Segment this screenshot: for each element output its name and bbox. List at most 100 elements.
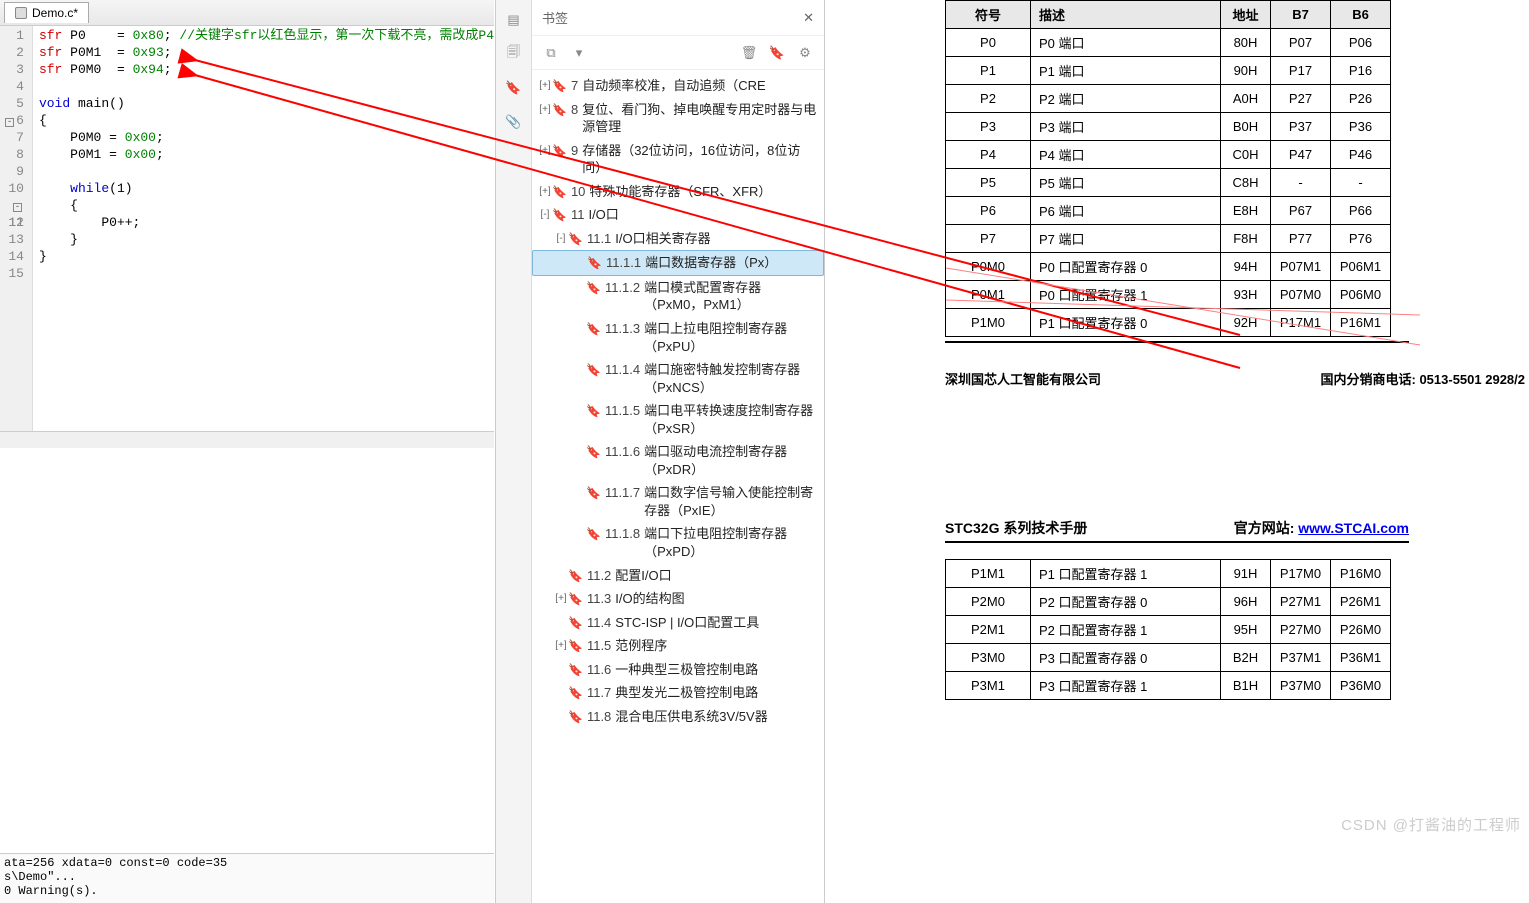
bookmark-icon[interactable]: 🔖 xyxy=(504,78,524,98)
toc-item[interactable]: [+]🔖11.1.2端口模式配置寄存器（PxM0，PxM1） xyxy=(532,276,824,317)
toc-item[interactable]: [+]🔖11.3I/O的结构图 xyxy=(532,587,824,611)
toc-item[interactable]: [+]🔖11.8混合电压供电系统3V/5V器 xyxy=(532,705,824,729)
bookmark-item-icon: 🔖 xyxy=(586,279,601,296)
footer-company: 深圳国芯人工智能有限公司 xyxy=(945,369,1101,388)
close-icon[interactable]: ✕ xyxy=(803,10,814,26)
status-line: 0 Warning(s). xyxy=(4,884,490,898)
toc-label: 典型发光二极管控制电路 xyxy=(615,684,758,702)
toc-label: 混合电压供电系统3V/5V器 xyxy=(615,708,767,726)
toc-number: 9 xyxy=(571,142,578,160)
table-row: P0M1P0 口配置寄存器 193HP07M0P06M0 xyxy=(946,281,1391,309)
bookmark-item-icon: 🔖 xyxy=(552,183,567,200)
table-row: P1M0P1 口配置寄存器 092HP17M1P16M1 xyxy=(946,309,1391,337)
toc-item[interactable]: [+]🔖11.5范例程序 xyxy=(532,634,824,658)
expand-tree-icon[interactable]: ⧉ xyxy=(542,44,560,62)
bookmark-item-icon: 🔖 xyxy=(568,684,583,701)
bookmark-header: 书签 ✕ xyxy=(532,0,824,36)
code-text[interactable]: sfr P0 = 0x80; //关键字sfr以红色显示，第一次下载不亮，需改成… xyxy=(33,26,494,431)
tree-toggle-icon[interactable]: [+] xyxy=(538,77,552,93)
toc-label: 端口模式配置寄存器（PxM0，PxM1） xyxy=(644,279,818,314)
add-bookmark-icon[interactable]: 🔖 xyxy=(768,44,786,62)
toc-label: 自动频率校准，自动追频（CRE xyxy=(582,77,765,95)
table-row: P1M1P1 口配置寄存器 191HP17M0P16M0 xyxy=(946,559,1391,587)
toc-item[interactable]: [+]🔖8复位、看门狗、掉电唤醒专用定时器与电源管理 xyxy=(532,98,824,139)
horizontal-scrollbar[interactable] xyxy=(0,431,494,448)
tree-toggle-icon[interactable]: [-] xyxy=(554,230,568,246)
site-link[interactable]: www.STCAI.com xyxy=(1298,520,1409,536)
watermark: CSDN @打酱油的工程师 xyxy=(1341,814,1521,835)
toc-item[interactable]: [+]🔖11.7典型发光二极管控制电路 xyxy=(532,681,824,705)
table-row: P7P7 端口F8HP77P76 xyxy=(946,225,1391,253)
tree-toggle-icon[interactable]: [+] xyxy=(538,101,552,117)
bookmark-item-icon: 🔖 xyxy=(586,320,601,337)
toc-item[interactable]: [+]🔖11.6一种典型三极管控制电路 xyxy=(532,658,824,682)
toc-label: 端口施密特触发控制寄存器（PxNCS） xyxy=(644,361,818,396)
table-row: P0M0P0 口配置寄存器 094HP07M1P06M1 xyxy=(946,253,1391,281)
bookmark-item-icon: 🔖 xyxy=(568,614,583,631)
bookmark-item-icon: 🔖 xyxy=(586,484,601,501)
register-table-2: P1M1P1 口配置寄存器 191HP17M0P16M0P2M0P2 口配置寄存… xyxy=(945,559,1391,700)
toc-label: 端口数字信号输入使能控制寄存器（PxIE） xyxy=(644,484,818,519)
divider xyxy=(945,541,1409,543)
bookmark-item-icon: 🔖 xyxy=(586,361,601,378)
table-row: P2P2 端口A0HP27P26 xyxy=(946,85,1391,113)
toc-label: 端口上拉电阻控制寄存器（PxPU） xyxy=(644,320,818,355)
toc-label: 端口驱动电流控制寄存器（PxDR） xyxy=(644,443,818,478)
tree-toggle-icon[interactable]: [-] xyxy=(538,206,552,222)
pdf-page-pane[interactable]: 符号 描述 地址 B7 B6 P0P0 端口80HP07P06P1P1 端口90… xyxy=(825,0,1529,903)
collapse-tree-icon[interactable]: ▾ xyxy=(570,44,588,62)
toc-item[interactable]: [-]🔖11I/O口 xyxy=(532,203,824,227)
toc-label: 特殊功能寄存器（SFR、XFR） xyxy=(589,183,771,201)
register-table-1: 符号 描述 地址 B7 B6 P0P0 端口80HP07P06P1P1 端口90… xyxy=(945,0,1391,337)
th-addr: 地址 xyxy=(1221,1,1271,29)
toc-label: 端口电平转换速度控制寄存器（PxSR） xyxy=(644,402,818,437)
tree-toggle-icon[interactable]: [+] xyxy=(538,142,552,158)
toc-number: 11.1.6 xyxy=(605,443,640,461)
toc-number: 11.1.8 xyxy=(605,525,640,543)
bookmark-item-icon: 🔖 xyxy=(568,637,583,654)
bookmark-tree[interactable]: [+]🔖7自动频率校准，自动追频（CRE[+]🔖8复位、看门狗、掉电唤醒专用定时… xyxy=(532,70,824,903)
editor-tab[interactable]: Demo.c* xyxy=(4,2,89,23)
attachment-icon[interactable]: 📎 xyxy=(504,112,524,132)
toc-item[interactable]: [+]🔖7自动频率校准，自动追频（CRE xyxy=(532,74,824,98)
toc-label: I/O的结构图 xyxy=(615,590,684,608)
toc-item[interactable]: [+]🔖11.1.4端口施密特触发控制寄存器（PxNCS） xyxy=(532,358,824,399)
options-icon[interactable]: ⚙ xyxy=(796,44,814,62)
file-icon xyxy=(15,7,27,19)
toc-number: 11.1.7 xyxy=(605,484,640,502)
toc-item[interactable]: [+]🔖11.1.6端口驱动电流控制寄存器（PxDR） xyxy=(532,440,824,481)
bookmark-item-icon: 🔖 xyxy=(552,77,567,94)
toc-label: I/O口相关寄存器 xyxy=(615,230,710,248)
bookmark-item-icon: 🔖 xyxy=(568,230,583,247)
toc-item[interactable]: [+]🔖10特殊功能寄存器（SFR、XFR） xyxy=(532,180,824,204)
tree-toggle-icon[interactable]: [+] xyxy=(538,183,552,199)
toc-item[interactable]: [+]🔖9存储器（32位访问，16位访问，8位访问） xyxy=(532,139,824,180)
toc-number: 11.8 xyxy=(587,708,611,726)
bookmark-item-icon: 🔖 xyxy=(552,206,567,223)
toc-item[interactable]: [+]🔖11.1.8端口下拉电阻控制寄存器（PxPD） xyxy=(532,522,824,563)
bookmark-item-icon: 🔖 xyxy=(568,661,583,678)
thumbnails-icon[interactable]: ▤ xyxy=(504,10,524,30)
tab-filename: Demo.c* xyxy=(32,6,78,20)
table-row: P4P4 端口C0HP47P46 xyxy=(946,141,1391,169)
pages-icon[interactable]: 🗐 xyxy=(504,44,524,64)
tree-toggle-icon[interactable]: [+] xyxy=(554,590,568,606)
delete-icon[interactable]: 🗑 xyxy=(740,44,758,62)
code-area[interactable]: 12345-678910-1112131415 sfr P0 = 0x80; /… xyxy=(0,26,494,431)
toc-item[interactable]: [-]🔖11.1I/O口相关寄存器 xyxy=(532,227,824,251)
tree-toggle-icon[interactable]: [+] xyxy=(554,637,568,653)
toc-label: 端口数据寄存器（Px） xyxy=(645,254,777,272)
toc-item[interactable]: [+]🔖11.1.7端口数字信号输入使能控制寄存器（PxIE） xyxy=(532,481,824,522)
toc-item[interactable]: [+]🔖11.1.5端口电平转换速度控制寄存器（PxSR） xyxy=(532,399,824,440)
toc-item[interactable]: [+]🔖11.1.3端口上拉电阻控制寄存器（PxPU） xyxy=(532,317,824,358)
toc-number: 11.6 xyxy=(587,661,611,679)
editor-tab-bar: Demo.c* xyxy=(0,0,494,26)
table-row: P3M0P3 口配置寄存器 0B2HP37M1P36M1 xyxy=(946,643,1391,671)
table-row: P0P0 端口80HP07P06 xyxy=(946,29,1391,57)
toc-item[interactable]: [+]🔖11.1.1端口数据寄存器（Px） xyxy=(532,250,824,276)
toc-number: 11 xyxy=(571,206,585,224)
bookmark-item-icon: 🔖 xyxy=(586,525,601,542)
toc-item[interactable]: [+]🔖11.4STC-ISP | I/O口配置工具 xyxy=(532,611,824,635)
toc-label: 范例程序 xyxy=(615,637,667,655)
toc-item[interactable]: [+]🔖11.2配置I/O口 xyxy=(532,564,824,588)
